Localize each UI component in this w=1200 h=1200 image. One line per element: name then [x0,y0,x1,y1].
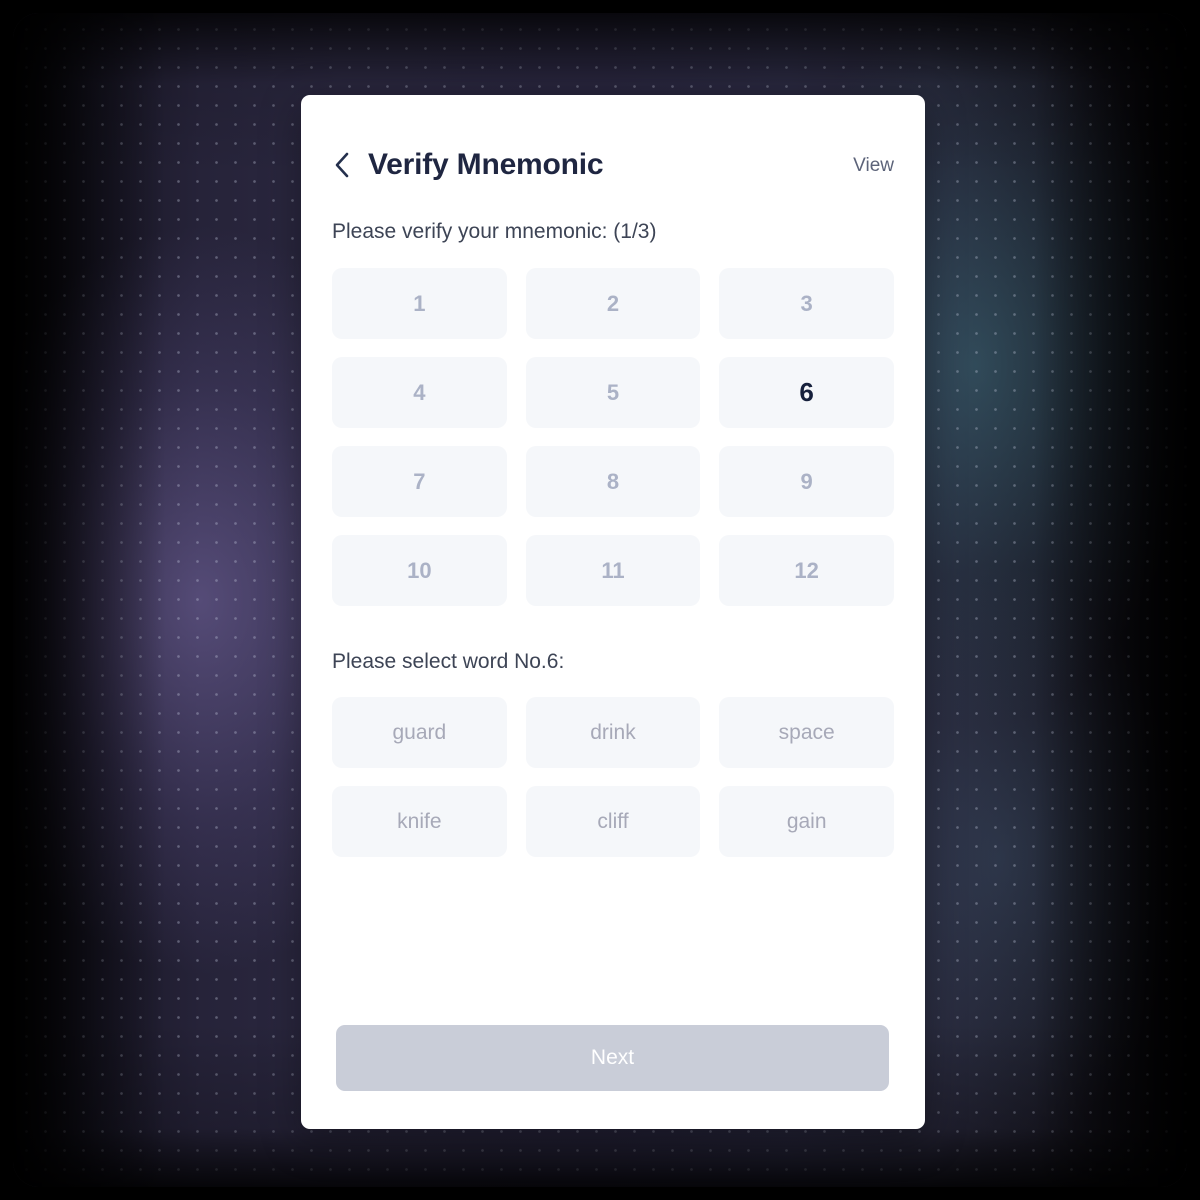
verify-mnemonic-card: Verify Mnemonic View Please verify your … [301,95,925,1129]
mnemonic-number-tile[interactable]: 7 [332,446,507,517]
next-button[interactable]: Next [336,1025,889,1091]
word-choice-tile[interactable]: gain [719,786,894,857]
chevron-left-icon[interactable] [332,150,354,180]
mnemonic-number-tile[interactable]: 4 [332,357,507,428]
mnemonic-number-tile[interactable]: 9 [719,446,894,517]
mnemonic-number-tile[interactable]: 2 [525,268,701,339]
mnemonic-number-tile[interactable]: 12 [719,535,894,606]
view-mnemonic-link[interactable]: View [853,156,894,175]
page-title: Verify Mnemonic [368,148,604,181]
card-header: Verify Mnemonic View [332,95,894,207]
word-choice-tile[interactable]: cliff [525,786,701,857]
word-choice-tile[interactable]: guard [332,697,507,768]
app-screen: Verify Mnemonic View Please verify your … [13,13,1187,1187]
word-choice-grid: guard drink space knife cliff gain [332,697,894,857]
mnemonic-number-tile[interactable]: 6 [719,357,894,428]
mnemonic-number-tile[interactable]: 11 [525,535,701,606]
verify-instruction-text: Please verify your mnemonic: (1/3) [332,220,657,243]
mnemonic-number-tile[interactable]: 8 [525,446,701,517]
word-choice-tile[interactable]: space [719,697,894,768]
mnemonic-number-tile[interactable]: 5 [525,357,701,428]
mnemonic-number-tile[interactable]: 1 [332,268,507,339]
mnemonic-number-grid: 1 2 3 4 5 6 7 8 9 10 11 12 [332,268,894,606]
word-choice-tile[interactable]: knife [332,786,507,857]
word-choice-tile[interactable]: drink [525,697,701,768]
select-word-instruction-text: Please select word No.6: [332,650,565,673]
mnemonic-number-tile[interactable]: 3 [719,268,894,339]
viewport: Verify Mnemonic View Please verify your … [0,0,1200,1200]
mnemonic-number-tile[interactable]: 10 [332,535,507,606]
